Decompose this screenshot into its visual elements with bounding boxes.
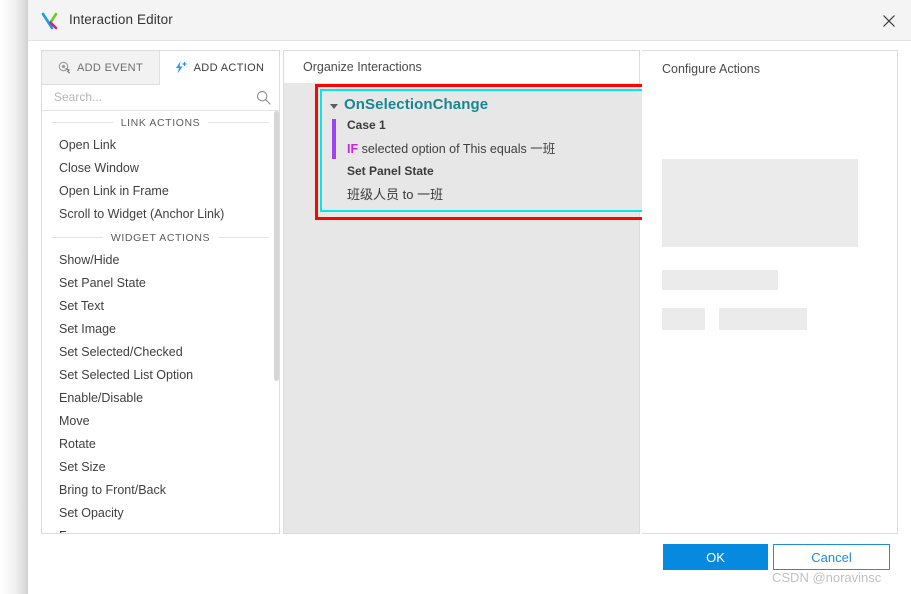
case-condition[interactable]: IF selected option of This equals 一班: [347, 138, 555, 157]
organize-interactions-title: Organize Interactions: [284, 51, 639, 83]
event-name-label: OnSelectionChange: [344, 96, 489, 113]
configure-actions-panel: Configure Actions: [642, 50, 898, 534]
action-open-link[interactable]: Open Link: [42, 134, 279, 157]
close-icon[interactable]: [875, 8, 903, 34]
scrollbar-thumb[interactable]: [274, 111, 279, 381]
event-header[interactable]: OnSelectionChange: [330, 96, 488, 113]
title-bar: Interaction Editor: [28, 0, 911, 41]
action-title-label: Set Panel State: [347, 164, 434, 178]
chevron-down-icon[interactable]: [330, 103, 338, 109]
search-icon[interactable]: [256, 90, 271, 105]
action-set-opacity[interactable]: Set Opacity: [42, 502, 279, 525]
placeholder-box-small-left: [662, 308, 705, 330]
case-title-label: Case 1: [347, 118, 386, 132]
action-move[interactable]: Move: [42, 410, 279, 433]
cursor-click-icon: [58, 61, 71, 74]
action-open-link-in-frame[interactable]: Open Link in Frame: [42, 180, 279, 203]
divider: [52, 122, 113, 123]
action-set-selected-list-option[interactable]: Set Selected List Option: [42, 364, 279, 387]
action-set-panel-state[interactable]: Set Panel State: [42, 272, 279, 295]
placeholder-box-medium: [662, 270, 778, 290]
condition-keyword: IF: [347, 142, 359, 156]
group-header-link-actions: LINK ACTIONS: [42, 111, 279, 134]
action-set-image[interactable]: Set Image: [42, 318, 279, 341]
case-accent-bar: [332, 119, 336, 159]
interaction-editor-dialog: Interaction Editor ADD EVENT ADD ACTION …: [28, 0, 911, 594]
action-set-selected-checked[interactable]: Set Selected/Checked: [42, 341, 279, 364]
divider: [218, 237, 269, 238]
tab-add-event[interactable]: ADD EVENT: [42, 51, 160, 85]
group-label: WIDGET ACTIONS: [110, 231, 211, 244]
organize-interactions-panel: Organize Interactions OnSelectionChange …: [283, 50, 666, 534]
action-close-window[interactable]: Close Window: [42, 157, 279, 180]
action-rotate[interactable]: Rotate: [42, 433, 279, 456]
axure-x-logo-icon: [41, 12, 60, 30]
lightning-plus-icon: [174, 61, 188, 74]
tab-add-event-label: ADD EVENT: [76, 61, 144, 74]
group-header-widget-actions: WIDGET ACTIONS: [42, 226, 279, 249]
watermark: CSDN @noravinsc: [772, 570, 882, 585]
action-scroll-to-widget[interactable]: Scroll to Widget (Anchor Link): [42, 203, 279, 226]
actions-list: LINK ACTIONS Open Link Close Window Open…: [42, 111, 279, 533]
action-set-text[interactable]: Set Text: [42, 295, 279, 318]
action-enable-disable[interactable]: Enable/Disable: [42, 387, 279, 410]
actions-library-panel: ADD EVENT ADD ACTION Search... LINK ACTI…: [41, 50, 280, 534]
dialog-footer: OK Cancel CSDN @noravinsc: [28, 534, 911, 594]
search-row: [42, 85, 279, 111]
divider: [52, 237, 103, 238]
condition-text: selected option of This equals 一班: [361, 142, 556, 156]
configure-actions-title: Configure Actions: [662, 62, 760, 76]
group-label: LINK ACTIONS: [120, 116, 201, 129]
action-focus[interactable]: Focus: [42, 525, 279, 533]
placeholder-box-large: [662, 159, 858, 247]
action-detail-label[interactable]: 班级人员 to 一班: [347, 184, 443, 203]
divider: [208, 122, 269, 123]
tab-add-action[interactable]: ADD ACTION: [160, 51, 278, 85]
action-set-size[interactable]: Set Size: [42, 456, 279, 479]
placeholder-box-small-right: [719, 308, 807, 330]
page-backdrop: [0, 0, 28, 594]
library-tabs: ADD EVENT ADD ACTION: [42, 51, 279, 85]
tab-add-action-label: ADD ACTION: [193, 61, 265, 74]
ok-button[interactable]: OK: [663, 544, 768, 570]
cancel-button[interactable]: Cancel: [773, 544, 890, 570]
action-bring-to-front-back[interactable]: Bring to Front/Back: [42, 479, 279, 502]
page-title: Interaction Editor: [69, 12, 173, 27]
search-input[interactable]: [52, 89, 246, 105]
action-show-hide[interactable]: Show/Hide: [42, 249, 279, 272]
event-card-onselectionchange[interactable]: OnSelectionChange Case 1 IF selected opt…: [320, 89, 659, 212]
actions-list-scrollbar[interactable]: [274, 111, 279, 533]
